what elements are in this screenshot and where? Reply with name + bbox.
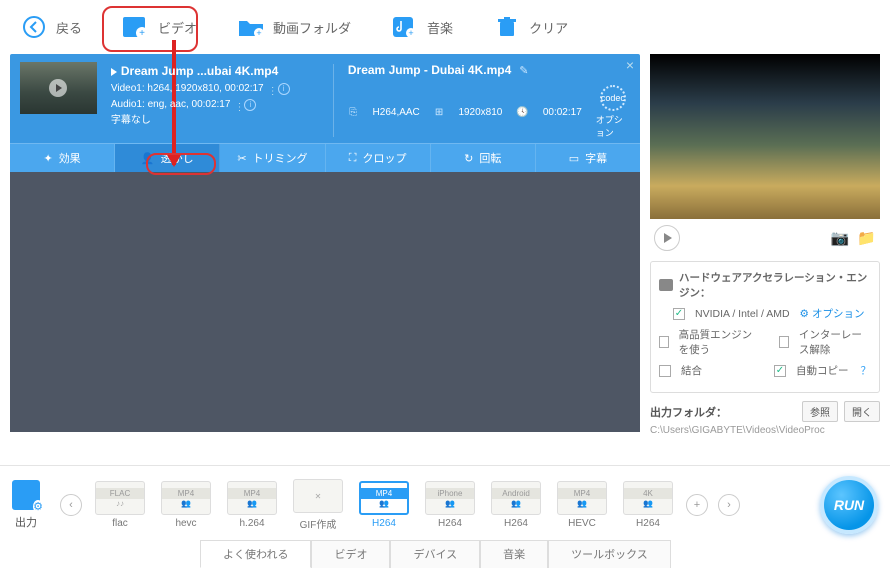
svg-text:+: + (408, 28, 413, 38)
hw-options-link[interactable]: ⚙オプション (800, 306, 865, 321)
annotation-highlight-video (102, 6, 198, 52)
tab-trim[interactable]: ✂トリミング (220, 144, 325, 172)
music-label: 音楽 (427, 18, 453, 37)
play-button[interactable] (654, 225, 680, 251)
autocopy-label: 自動コピー (796, 363, 849, 378)
gear-icon: codec (600, 85, 626, 111)
cat-toolbox[interactable]: ツールボックス (548, 540, 671, 568)
info-icon[interactable]: i (244, 99, 256, 111)
tab-effect[interactable]: ✦効果 (10, 144, 115, 172)
tab-crop[interactable]: ⛶クロップ (326, 144, 431, 172)
output-folder-label: 出力フォルダ： (650, 404, 727, 420)
merge-label: 結合 (681, 363, 702, 378)
clock-icon: 🕓 (516, 107, 528, 118)
back-label: 戻る (56, 18, 82, 37)
hq-label: 高品質エンジンを使う (679, 327, 760, 357)
gpu-label: NVIDIA / Intel / AMD (695, 308, 790, 320)
svg-text:+: + (256, 28, 261, 38)
close-icon[interactable]: × (626, 57, 634, 73)
hw-title: ハードウェアアクセラレーション・エンジン： (679, 270, 871, 300)
annotation-highlight-watermark (146, 153, 216, 175)
output-codec: H264,AAC (373, 107, 420, 118)
cat-popular[interactable]: よく使われる (200, 540, 311, 568)
scissors-icon: ✂ (237, 152, 246, 165)
output-label: 出力 (15, 514, 37, 530)
output-duration: 00:02:17 (543, 107, 582, 118)
audio-menu-icon[interactable] (234, 100, 240, 110)
open-folder-icon[interactable]: 📁 (857, 229, 876, 247)
audio-info: Audio1: eng, aac, 00:02:17 (111, 97, 231, 113)
back-icon (20, 13, 48, 41)
file-panel: × Dream Jump ...ubai 4K.mp4 Video1: h264… (10, 54, 640, 172)
wand-icon: ✦ (43, 152, 52, 165)
output-section: 出力 (12, 480, 40, 530)
format-4k[interactable]: 4K👥H264 (620, 481, 676, 529)
merge-checkbox[interactable] (659, 365, 671, 377)
gear-icon: ⚙ (800, 308, 809, 320)
format-mp4-h264-selected[interactable]: MP4👥H264 (356, 481, 412, 529)
cat-device[interactable]: デバイス (390, 540, 480, 568)
export-icon: ⎘ (348, 107, 359, 118)
codec-options-button[interactable]: codec オプション (596, 85, 630, 139)
folder-icon: + (237, 13, 265, 41)
codec-options-label: オプション (596, 113, 630, 139)
format-mp4-hevc[interactable]: MP4👥hevc (158, 481, 214, 529)
clear-label: クリア (529, 18, 568, 37)
browse-button[interactable]: 参照 (802, 401, 838, 422)
play-icon (49, 79, 67, 97)
open-button[interactable]: 開く (844, 401, 880, 422)
video-info: Video1: h264, 1920x810, 00:02:17 (111, 81, 264, 97)
clear-button[interactable]: クリア (485, 9, 576, 45)
output-path: C:\Users\GIGABYTE\Videos\VideoProc (650, 425, 880, 436)
crop-icon: ⛶ (349, 152, 357, 165)
format-gif[interactable]: ✕GIF作成 (290, 479, 346, 531)
info-icon[interactable]: i (278, 83, 290, 95)
edit-icon[interactable]: ✎ (519, 64, 528, 77)
resolution-icon: ⊞ (434, 107, 445, 118)
format-android[interactable]: Android👥H264 (488, 481, 544, 529)
music-icon: + (391, 13, 419, 41)
format-iphone[interactable]: iPhone👥H264 (422, 481, 478, 529)
format-mp4-h264[interactable]: MP4👥h.264 (224, 481, 280, 529)
trash-icon (493, 13, 521, 41)
folder-label: 動画フォルダ (273, 18, 351, 37)
output-filename: Dream Jump - Dubai 4K.mp4 (348, 63, 511, 77)
subtitle-icon: ▭ (569, 152, 579, 165)
video-menu-icon[interactable] (268, 84, 274, 94)
preview-player[interactable] (650, 54, 880, 219)
music-button[interactable]: + 音楽 (383, 9, 461, 45)
back-button[interactable]: 戻る (12, 9, 90, 45)
deinterlace-checkbox[interactable] (779, 336, 789, 348)
output-icon (12, 480, 40, 510)
expand-icon[interactable] (111, 68, 117, 76)
output-resolution: 1920x810 (458, 107, 502, 118)
rotate-icon: ↻ (464, 152, 473, 165)
hq-checkbox[interactable] (659, 336, 669, 348)
scroll-right-button[interactable]: › (718, 494, 740, 516)
help-icon[interactable]: ？ (861, 363, 872, 378)
deinterlace-label: インターレース解除 (799, 327, 871, 357)
subtitle-info: 字幕なし (111, 113, 319, 129)
gpu-checkbox[interactable] (673, 308, 685, 320)
tools-icon: ✕ (315, 492, 322, 501)
format-flac[interactable]: FLAC♪♪flac (92, 481, 148, 529)
cat-music[interactable]: 音楽 (480, 540, 548, 568)
tab-subtitle[interactable]: ▭字幕 (536, 144, 640, 172)
chip-icon (659, 279, 673, 291)
video-thumbnail[interactable] (20, 62, 97, 114)
cat-video[interactable]: ビデオ (311, 540, 390, 568)
folder-button[interactable]: + 動画フォルダ (229, 9, 359, 45)
scroll-left-button[interactable]: ‹ (60, 494, 82, 516)
add-format-button[interactable]: + (686, 494, 708, 516)
tab-rotate[interactable]: ↻回転 (431, 144, 536, 172)
work-area (10, 172, 640, 432)
camera-icon[interactable]: 📷 (831, 229, 850, 247)
format-mp4-hevc2[interactable]: MP4👥HEVC (554, 481, 610, 529)
run-button[interactable]: RUN (820, 476, 878, 534)
source-filename: Dream Jump ...ubai 4K.mp4 (121, 62, 278, 81)
hw-accel-panel: ハードウェアアクセラレーション・エンジン： NVIDIA / Intel / A… (650, 261, 880, 393)
autocopy-checkbox[interactable] (774, 365, 786, 377)
